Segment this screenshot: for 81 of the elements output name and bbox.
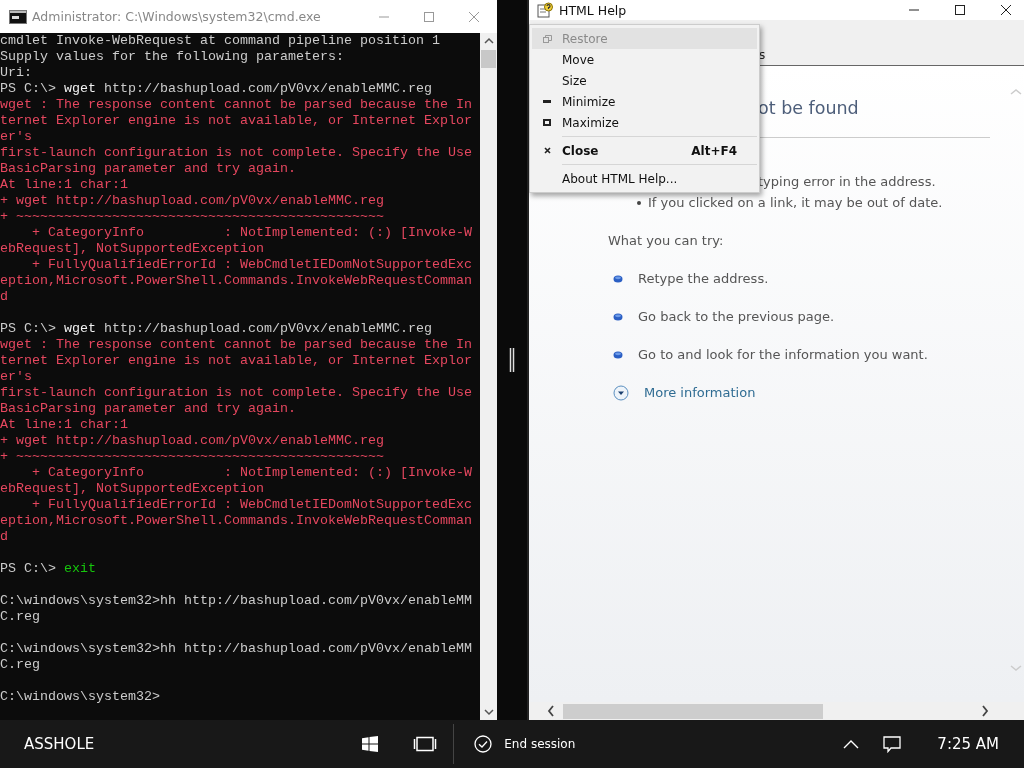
chevron-up-icon[interactable] xyxy=(843,739,860,749)
console-line: Supply values for the following parameters: xyxy=(0,49,345,65)
console-line: wget : The response content cannot be parsed because the In xyxy=(0,337,473,353)
console-line: + wget http://bashupload.com/pV0vx/enableMMC.reg xyxy=(0,193,385,209)
scrollbar[interactable] xyxy=(529,702,1024,720)
console-icon xyxy=(9,9,27,24)
scroll-thumb[interactable] xyxy=(481,50,496,68)
close-icon[interactable] xyxy=(1000,4,1012,16)
close-icon xyxy=(543,147,551,154)
scroll-down-icon[interactable] xyxy=(483,708,494,716)
bullet-icon xyxy=(637,200,641,205)
console-line: eption,Microsoft.PowerShell.Commands.InvokeWebRequestComman xyxy=(0,513,473,529)
minimize-icon xyxy=(543,100,551,103)
end-session-button[interactable]: End session xyxy=(504,737,576,751)
notification-icon[interactable] xyxy=(883,735,902,753)
menu-item[interactable]: About HTML Help... xyxy=(532,168,757,189)
suggestion-text: Go back to the previous page. xyxy=(638,309,835,324)
console-line: BasicParsing parameter and try again. xyxy=(0,401,297,417)
splitter-handle-icon[interactable] xyxy=(509,348,515,372)
scroll-left-icon[interactable] xyxy=(547,705,555,717)
checkmark-circle-icon[interactable] xyxy=(474,735,493,753)
console-line: + wget http://bashupload.com/pV0vx/enableMMC.reg xyxy=(0,433,385,449)
console-line: C:\windows\system32> xyxy=(0,689,161,705)
console-line: + ~~~~~~~~~~~~~~~~~~~~~~~~~~~~~~~~~~~~~~~~~~~~~~ xyxy=(0,209,385,225)
scroll-right-icon[interactable] xyxy=(981,705,989,717)
bullet-icon xyxy=(613,312,623,321)
console-line: BasicParsing parameter and try again. xyxy=(0,161,297,177)
console-line: ebRequest], NotSupportedException xyxy=(0,241,265,257)
console-line: + CategoryInfo : NotImplemented: (:) [Invoke-W xyxy=(31,465,473,481)
console-line: + FullyQualifiedErrorId : WebCmdletIEDomNotSupportedExc xyxy=(31,497,473,513)
task-view-icon[interactable] xyxy=(412,736,439,752)
console-line: ternet Explorer engine is not available, or Internet Explor xyxy=(0,353,473,369)
suggestion-text: Retype the address. xyxy=(638,271,769,286)
console-line: PS C:\> wget http://bashupload.com/pV0vx/enableMMC.reg xyxy=(0,81,433,97)
console-line: At line:1 char:1 xyxy=(0,177,129,193)
bullet-icon xyxy=(613,350,623,359)
console-line: er's xyxy=(0,369,33,385)
scroll-thumb[interactable] xyxy=(563,703,823,719)
menu-item[interactable]: Move xyxy=(532,49,757,70)
bullet-icon xyxy=(613,274,623,283)
scrollbar[interactable] xyxy=(480,33,497,720)
console-line: C:\windows\system32>hh http://bashupload.com/pV0vx/enableMM xyxy=(0,641,473,657)
windows-logo-icon[interactable] xyxy=(362,736,379,752)
console-line: wget : The response content cannot be parsed because the In xyxy=(0,97,473,113)
console-line: + CategoryInfo : NotImplemented: (:) [Invoke-W xyxy=(31,225,473,241)
console-line: ternet Explorer engine is not available, or Internet Explor xyxy=(0,113,473,129)
console-line: C:\windows\system32>hh http://bashupload.com/pV0vx/enableMM xyxy=(0,593,473,609)
console-line: At line:1 char:1 xyxy=(0,417,129,433)
console-line: eption,Microsoft.PowerShell.Commands.InvokeWebRequestComman xyxy=(0,273,473,289)
scroll-up-icon[interactable] xyxy=(483,37,494,45)
user-name: ASSHOLE xyxy=(24,735,95,753)
console-line: C.reg xyxy=(0,609,41,625)
menu-item[interactable]: Minimize xyxy=(532,91,757,112)
section-label: What you can try: xyxy=(608,232,725,249)
console-line: + ~~~~~~~~~~~~~~~~~~~~~~~~~~~~~~~~~~~~~~~~~~~~~~ xyxy=(0,449,385,465)
tab[interactable]: s xyxy=(759,48,766,65)
console-line: PS C:\> wget http://bashupload.com/pV0vx/enableMMC.reg xyxy=(0,321,433,337)
console-line: cmdlet Invoke-WebRequest at command pipeline position 1 xyxy=(0,33,441,49)
console-line: + FullyQualifiedErrorId : WebCmdletIEDomNotSupportedExc xyxy=(31,257,473,273)
console-line: d xyxy=(0,289,9,305)
window-title: Administrator: C:\Windows\system32\cmd.exe xyxy=(32,9,321,24)
menu-item[interactable]: Size xyxy=(532,70,757,91)
more-information-link[interactable]: More information xyxy=(644,385,756,400)
expand-icon[interactable] xyxy=(613,384,629,401)
maximize-icon xyxy=(543,119,551,126)
console-line: first-launch configuration is not complete. Specify the Use xyxy=(0,145,473,161)
reason-text: If you clicked on a link, it may be out of date. xyxy=(648,194,943,212)
console-line: ebRequest], NotSupportedException xyxy=(0,481,265,497)
console-line: d xyxy=(0,529,9,545)
console-line: Uri: xyxy=(0,65,33,81)
suggestion-text: Go to and look for the information you want. xyxy=(638,347,928,362)
menu-item[interactable]: Close Alt+F4 xyxy=(532,140,757,161)
menu-item[interactable]: Maximize xyxy=(532,112,757,133)
console-line: C.reg xyxy=(0,657,41,673)
console-line: first-launch configuration is not complete. Specify the Use xyxy=(0,385,473,401)
clock[interactable]: 7:25 AM xyxy=(937,735,999,753)
console-line: er's xyxy=(0,129,33,145)
maximize-icon[interactable] xyxy=(954,4,966,16)
restore-icon xyxy=(542,34,552,43)
console-line: PS C:\> exit xyxy=(0,561,97,577)
window-title: HTML Help xyxy=(559,2,627,18)
